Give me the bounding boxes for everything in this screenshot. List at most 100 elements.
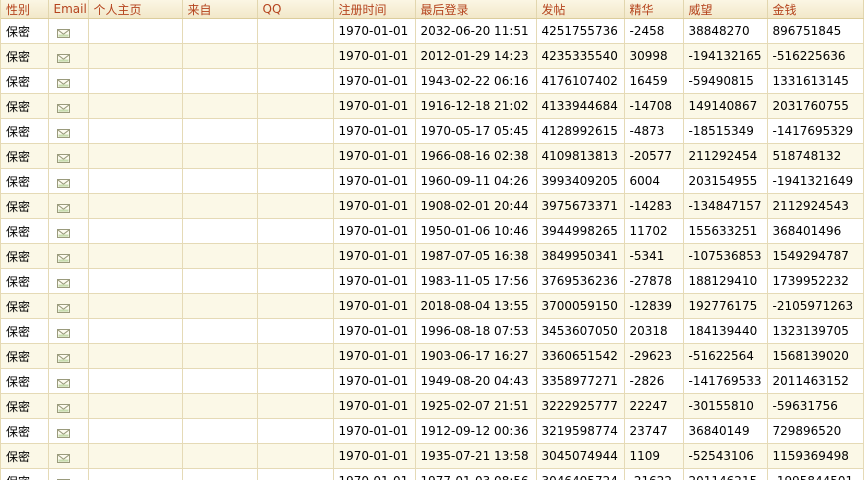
table-row: 保密 1970-01-01 1960-09-11 04:26 3993409205 60… (1, 168, 864, 194)
posts-cell: 3046405724 (536, 468, 625, 480)
homepage-cell (88, 43, 183, 69)
last-login-cell: 1935-07-21 13:58 (415, 443, 537, 469)
money-cell: 518748132 (767, 143, 864, 169)
email-cell (48, 193, 89, 219)
last-login-cell: 1912-09-12 00:36 (415, 418, 537, 444)
table-row: 保密 1970-01-01 1996-08-18 07:53 3453607050 20… (1, 318, 864, 344)
qq-cell (257, 443, 334, 469)
qq-cell (257, 418, 334, 444)
homepage-cell (88, 318, 183, 344)
table-row: 保密 1970-01-01 1935-07-21 13:58 3045074944 11… (1, 443, 864, 469)
money-cell: -2105971263 (767, 293, 864, 319)
envelope-icon[interactable] (56, 202, 70, 213)
envelope-icon[interactable] (56, 352, 70, 363)
envelope-icon[interactable] (56, 452, 70, 463)
envelope-icon[interactable] (56, 277, 70, 288)
email-cell (48, 43, 89, 69)
gender-cell: 保密 (1, 368, 49, 394)
reg-time-cell: 1970-01-01 (333, 193, 416, 219)
gender-cell: 保密 (1, 118, 49, 144)
gender-cell: 保密 (1, 168, 49, 194)
from-cell (182, 318, 258, 344)
qq-cell (257, 168, 334, 194)
last-login-cell: 1950-01-06 10:46 (415, 218, 537, 244)
email-cell (48, 218, 89, 244)
header-money[interactable]: 金钱 (767, 0, 864, 19)
money-cell: -59631756 (767, 393, 864, 419)
qq-cell (257, 93, 334, 119)
header-reg-time[interactable]: 注册时间 (333, 0, 416, 19)
posts-cell: 3358977271 (536, 368, 625, 394)
envelope-icon[interactable] (56, 402, 70, 413)
qq-cell (257, 18, 334, 44)
gender-cell: 保密 (1, 143, 49, 169)
envelope-icon[interactable] (56, 177, 70, 188)
envelope-icon[interactable] (56, 77, 70, 88)
header-gender[interactable]: 性别 (1, 0, 49, 19)
header-posts[interactable]: 发帖 (536, 0, 625, 19)
qq-cell (257, 393, 334, 419)
table-row: 保密 1970-01-01 1983-11-05 17:56 3769536236 -2… (1, 268, 864, 294)
qq-cell (257, 293, 334, 319)
digest-cell: -27878 (624, 268, 684, 294)
last-login-cell: 1925-02-07 21:51 (415, 393, 537, 419)
envelope-icon[interactable] (56, 427, 70, 438)
gender-cell: 保密 (1, 293, 49, 319)
qq-cell (257, 318, 334, 344)
header-homepage[interactable]: 个人主页 (88, 0, 183, 19)
envelope-icon[interactable] (56, 27, 70, 38)
reg-time-cell: 1970-01-01 (333, 68, 416, 94)
header-from[interactable]: 来自 (182, 0, 258, 19)
email-cell (48, 468, 89, 480)
envelope-icon[interactable] (56, 302, 70, 313)
header-last-login[interactable]: 最后登录 (415, 0, 537, 19)
header-qq[interactable]: QQ (257, 0, 334, 19)
homepage-cell (88, 368, 183, 394)
from-cell (182, 218, 258, 244)
envelope-icon[interactable] (56, 227, 70, 238)
envelope-icon[interactable] (56, 252, 70, 263)
posts-cell: 3453607050 (536, 318, 625, 344)
email-cell (48, 118, 89, 144)
header-digest[interactable]: 精华 (624, 0, 684, 19)
money-cell: 1549294787 (767, 243, 864, 269)
email-cell (48, 393, 89, 419)
envelope-icon[interactable] (56, 102, 70, 113)
envelope-icon[interactable] (56, 152, 70, 163)
prestige-cell: 36840149 (683, 418, 768, 444)
money-cell: 2112924543 (767, 193, 864, 219)
digest-cell: -2458 (624, 18, 684, 44)
table-row: 保密 1970-01-01 1987-07-05 16:38 3849950341 -5… (1, 243, 864, 269)
money-cell: -1941321649 (767, 168, 864, 194)
email-cell (48, 293, 89, 319)
reg-time-cell: 1970-01-01 (333, 243, 416, 269)
homepage-cell (88, 118, 183, 144)
header-email[interactable]: Email (48, 0, 89, 19)
gender-cell: 保密 (1, 18, 49, 44)
prestige-cell: 203154955 (683, 168, 768, 194)
email-cell (48, 143, 89, 169)
posts-cell: 4235335540 (536, 43, 625, 69)
email-cell (48, 18, 89, 44)
money-cell: -1417695329 (767, 118, 864, 144)
email-cell (48, 343, 89, 369)
table-row: 保密 1970-01-011977-01-03 08:563046405724-2… (1, 468, 864, 480)
posts-cell: 4251755736 (536, 18, 625, 44)
envelope-icon[interactable] (56, 377, 70, 388)
last-login-cell: 1987-07-05 16:38 (415, 243, 537, 269)
envelope-icon[interactable] (56, 52, 70, 63)
money-cell: -516225636 (767, 43, 864, 69)
email-cell (48, 268, 89, 294)
qq-cell (257, 143, 334, 169)
table-row: 保密 1970-01-01 1949-08-20 04:43 3358977271 -2… (1, 368, 864, 394)
email-cell (48, 368, 89, 394)
envelope-icon[interactable] (56, 127, 70, 138)
header-prestige[interactable]: 威望 (683, 0, 768, 19)
prestige-cell: -18515349 (683, 118, 768, 144)
table-row: 保密 1970-01-01 2012-01-29 14:23 4235335540 30… (1, 43, 864, 69)
posts-cell: 3769536236 (536, 268, 625, 294)
prestige-cell: -52543106 (683, 443, 768, 469)
envelope-icon[interactable] (56, 327, 70, 338)
header-row: 性别 Email 个人主页 来自 QQ 注册时间 最后登录 发帖 精华 威望 金钱 (1, 0, 864, 19)
prestige-cell: -59490815 (683, 68, 768, 94)
